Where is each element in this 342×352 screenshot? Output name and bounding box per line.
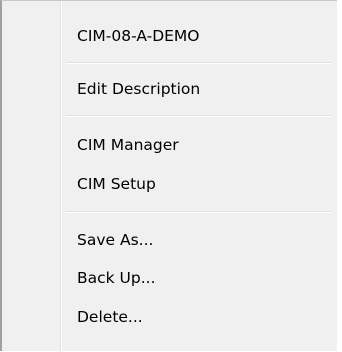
menu-separator	[66, 211, 331, 213]
menu-item-cim-manager[interactable]: CIM Manager	[77, 134, 179, 156]
menu-separator	[66, 62, 331, 64]
menu-separator	[66, 115, 331, 117]
menu-item-cim-setup[interactable]: CIM Setup	[77, 173, 156, 195]
menu-item-delete[interactable]: Delete...	[77, 306, 143, 328]
menu-item-cim-name[interactable]: CIM-08-A-DEMO	[77, 25, 200, 47]
icon-gutter-highlight	[61, 1, 62, 352]
context-menu: CIM-08-A-DEMO Edit Description CIM Manag…	[0, 0, 337, 352]
menu-item-back-up[interactable]: Back Up...	[77, 267, 156, 289]
background-edge	[337, 0, 342, 351]
menu-item-save-as[interactable]: Save As...	[77, 229, 153, 251]
menu-item-edit-description[interactable]: Edit Description	[77, 78, 200, 100]
